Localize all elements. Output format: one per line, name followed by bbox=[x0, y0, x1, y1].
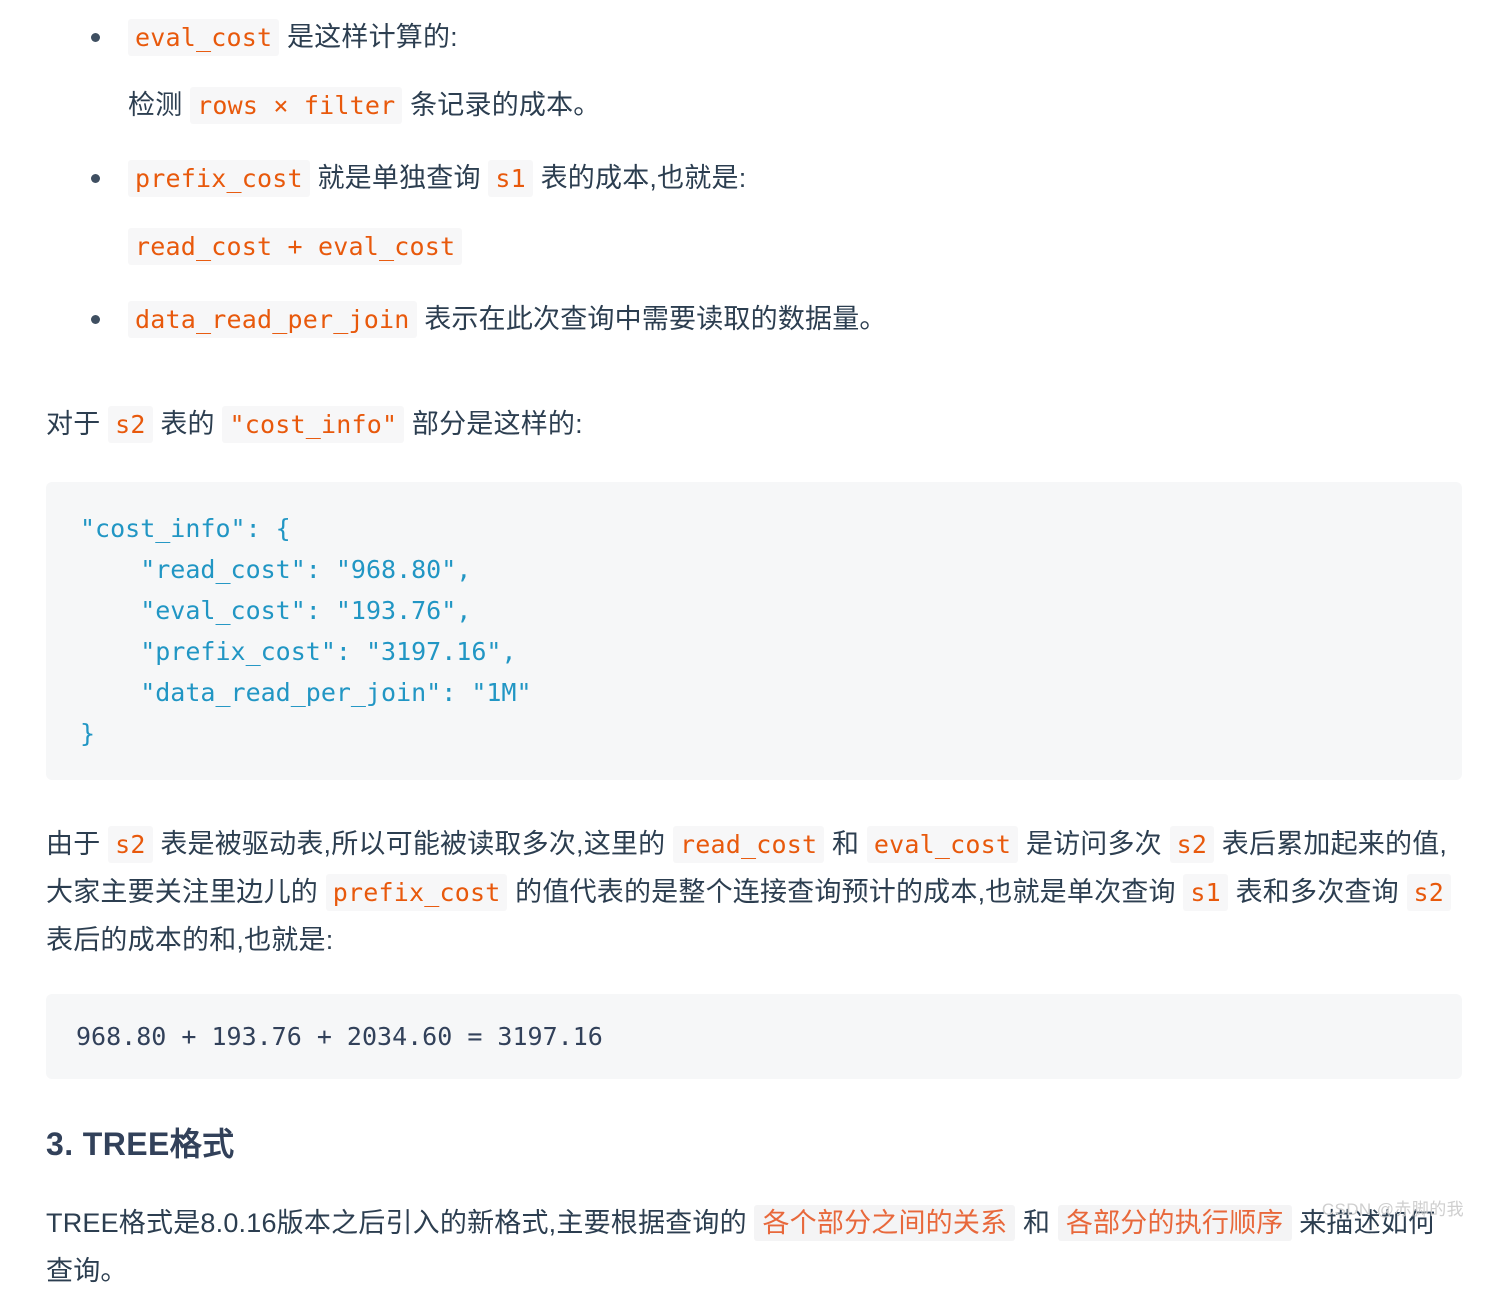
sub-prefix-text: 检测 bbox=[128, 90, 191, 121]
spacer-before-tree-paragraph bbox=[46, 1165, 1462, 1199]
inline-code-s2-intro: s2 bbox=[108, 406, 153, 444]
spacer-before-heading bbox=[46, 1079, 1462, 1119]
exp-text-1: 由于 bbox=[46, 829, 109, 860]
inline-code-prefix-cost: prefix_cost bbox=[128, 159, 310, 197]
highlight-phrase-exec-order: 各部分的执行顺序 bbox=[1057, 1205, 1292, 1242]
list-item-data-read-per-join: data_read_per_join 表示在此次查询中需要读取的数据量。 bbox=[46, 296, 1462, 342]
list-item-eval-cost: eval_cost 是这样计算的: 检测 rows × filter 条记录的成… bbox=[46, 14, 1462, 129]
sub-suffix-text: 条记录的成本。 bbox=[402, 90, 601, 121]
inline-code-s2-a: s2 bbox=[108, 826, 153, 864]
exp-text-7: 表和多次查询 bbox=[1227, 877, 1407, 908]
inline-code-s2-c: s2 bbox=[1406, 874, 1452, 912]
intro-paragraph: 对于 s2 表的 "cost_info" 部分是这样的: bbox=[46, 400, 1462, 448]
bullet-line-eval-cost: eval_cost 是这样计算的: bbox=[128, 14, 1462, 60]
inline-code-s1: s1 bbox=[488, 159, 533, 197]
tree-text-1: TREE格式是8.0.16版本之后引入的新格式,主要根据查询的 bbox=[46, 1208, 755, 1239]
inline-code-prefix-cost-b: prefix_cost bbox=[325, 874, 508, 912]
bullet-line-prefix-cost: prefix_cost 就是单独查询 s1 表的成本,也就是: bbox=[128, 155, 1462, 201]
exp-text-6: 的值代表的是整个连接查询预计的成本,也就是单次查询 bbox=[507, 877, 1184, 908]
spacer-before-intro bbox=[46, 360, 1462, 400]
inline-code-read-plus-eval: read_cost + eval_cost bbox=[128, 228, 463, 266]
spacer-before-formula bbox=[46, 964, 1462, 994]
inline-code-s2-b: s2 bbox=[1169, 826, 1215, 864]
bullet-text-data-read-per-join: 表示在此次查询中需要读取的数据量。 bbox=[416, 303, 887, 334]
bullet-text-after-s1: 表的成本,也就是: bbox=[532, 162, 747, 193]
inline-code-eval-cost: eval_cost bbox=[128, 19, 280, 56]
exp-text-4: 是访问多次 bbox=[1018, 829, 1170, 860]
sub-line-eval-cost: 检测 rows × filter 条记录的成本。 bbox=[128, 82, 1462, 128]
inline-code-data-read-per-join: data_read_per_join bbox=[128, 300, 417, 338]
intro-text-1: 对于 bbox=[46, 409, 109, 440]
intro-text-2: 表的 bbox=[152, 409, 223, 440]
spacer-before-explanation bbox=[46, 780, 1462, 820]
list-item-prefix-cost: prefix_cost 就是单独查询 s1 表的成本,也就是: read_cos… bbox=[46, 155, 1462, 270]
sub-line-prefix-cost: read_cost + eval_cost bbox=[128, 223, 1462, 269]
code-block-cost-info: "cost_info": { "read_cost": "968.80", "e… bbox=[46, 482, 1462, 781]
inline-code-read-cost: read_cost bbox=[673, 826, 825, 864]
exp-text-3: 和 bbox=[824, 829, 867, 860]
inline-code-eval-cost-b: eval_cost bbox=[866, 826, 1019, 864]
top-spacer bbox=[46, 0, 1462, 14]
highlight-phrase-relations: 各个部分之间的关系 bbox=[754, 1205, 1016, 1242]
inline-code-cost-info: "cost_info" bbox=[222, 406, 405, 444]
spacer-before-costinfo-block bbox=[46, 448, 1462, 482]
bullet-text-eval-cost: 是这样计算的: bbox=[279, 22, 458, 52]
bullet-list: eval_cost 是这样计算的: 检测 rows × filter 条记录的成… bbox=[46, 14, 1462, 342]
inline-code-rows-filter: rows × filter bbox=[190, 87, 403, 125]
bullet-line-data-read-per-join: data_read_per_join 表示在此次查询中需要读取的数据量。 bbox=[128, 296, 1462, 342]
article-page: eval_cost 是这样计算的: 检测 rows × filter 条记录的成… bbox=[0, 0, 1508, 1286]
explanation-paragraph: 由于 s2 表是被驱动表,所以可能被读取多次,这里的 read_cost 和 e… bbox=[46, 820, 1462, 964]
section-heading-tree: 3. TREE格式 bbox=[46, 1126, 235, 1163]
csdn-watermark: CSDN @赤脚的我 bbox=[1321, 1200, 1464, 1219]
tree-text-2: 和 bbox=[1015, 1208, 1058, 1239]
exp-text-8: 表后的成本的和,也就是: bbox=[46, 925, 334, 956]
bullet-text-before-s1: 就是单独查询 bbox=[309, 162, 489, 193]
tree-paragraph: TREE格式是8.0.16版本之后引入的新格式,主要根据查询的 各个部分之间的关… bbox=[46, 1199, 1462, 1295]
exp-text-2: 表是被驱动表,所以可能被读取多次,这里的 bbox=[152, 829, 674, 860]
inline-code-s1-b: s1 bbox=[1183, 874, 1228, 912]
code-block-formula: 968.80 + 193.76 + 2034.60 = 3197.16 bbox=[46, 994, 1462, 1080]
intro-text-3: 部分是这样的: bbox=[404, 409, 583, 440]
